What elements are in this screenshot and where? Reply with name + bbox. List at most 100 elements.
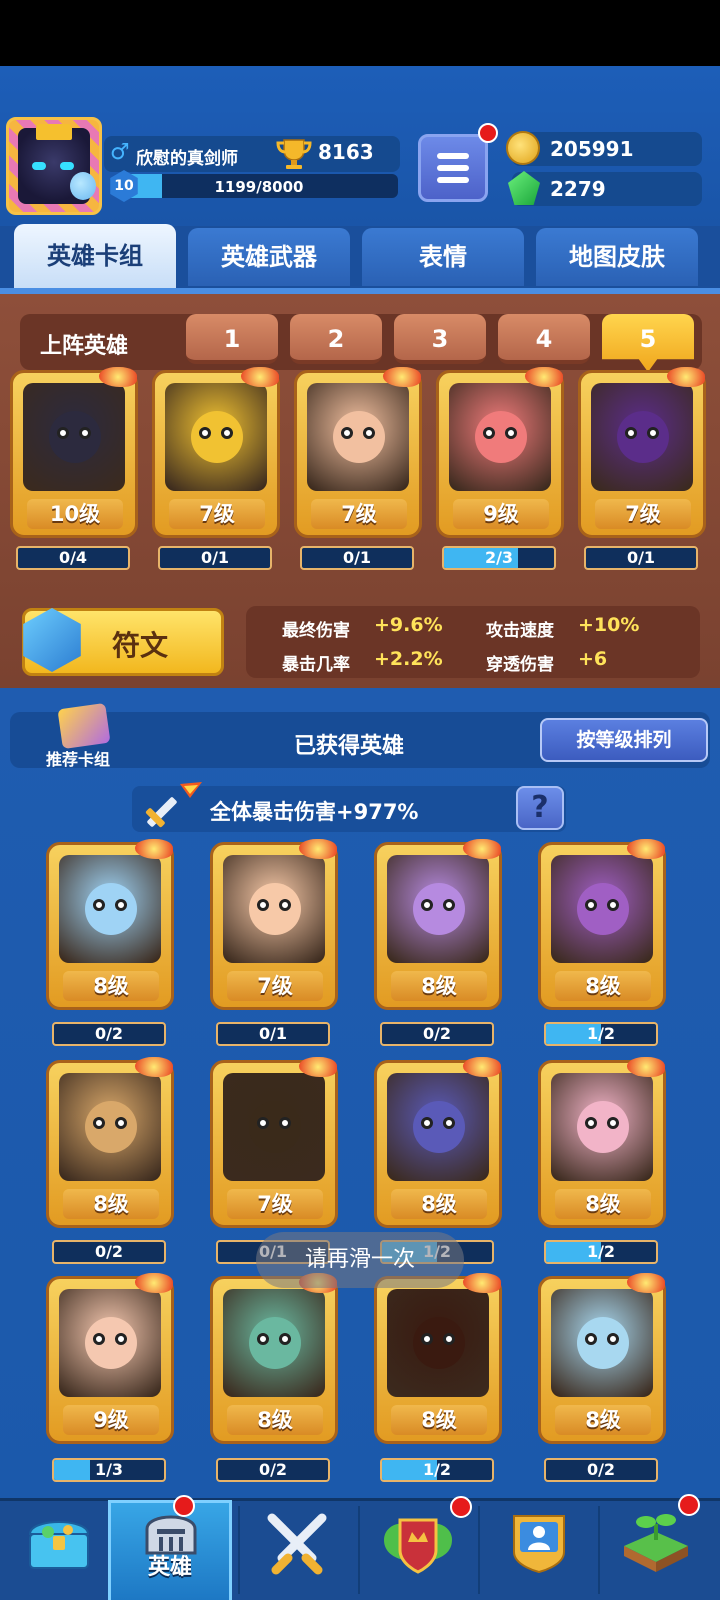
hero-card[interactable]: 10级 [10,367,138,538]
flame-icon [299,839,337,859]
progress-text: 0/4 [58,548,88,567]
hero-card[interactable]: 8级 [46,839,174,1010]
recommend-deck-label[interactable]: 推荐卡组 [46,746,110,770]
flame-icon [627,1273,665,1293]
hero-portrait [387,1289,489,1397]
nav-shop[interactable] [0,1500,118,1600]
hero-eye [607,1117,619,1129]
hero-eye [443,1117,455,1129]
hero-card[interactable]: 7级 [210,839,338,1010]
hero-card[interactable]: 8级 [210,1273,338,1444]
swipe-again-toast: 请再滑一次 [256,1232,464,1288]
nav-label: 英雄 [147,1555,192,1580]
hero-eye [79,427,91,439]
progress-text: 0/1 [626,548,656,567]
nav-battle[interactable] [240,1500,358,1600]
hero-face [49,411,101,463]
hero-card-progress: 0/2 [380,1022,494,1046]
hero-level: 8级 [555,1405,651,1435]
hero-card-progress: 0/2 [216,1458,330,1482]
deck-tab-4[interactable]: 4 [498,314,590,364]
deck-tab-2[interactable]: 2 [290,314,382,364]
deck-tab-3[interactable]: 3 [394,314,486,364]
stat-label: 最终伤害 [282,621,350,641]
hero-card[interactable]: 7级 [578,367,706,538]
hero-eye [279,1117,291,1129]
hero-level: 8级 [391,971,487,1001]
hero-face [191,411,243,463]
recommend-deck-icon[interactable] [57,702,111,750]
hero-card[interactable]: 9级 [436,367,564,538]
player-name: 欣慰的真剑师 [136,149,238,169]
nav-garden[interactable] [600,1494,718,1600]
hero-card[interactable]: 8级 [538,1057,666,1228]
hero-face [475,411,527,463]
help-button[interactable]: ? [516,786,564,830]
hero-portrait [223,1073,325,1181]
hero-level: 10级 [27,499,123,529]
progress-text: 1/2 [422,1460,452,1479]
flame-icon [525,367,563,387]
hero-card[interactable]: 7级 [210,1057,338,1228]
hero-eye [443,1333,455,1345]
menu-button[interactable] [418,134,488,202]
trophy-count: 8163 [318,140,374,164]
hero-card[interactable]: 8级 [538,839,666,1010]
flame-icon [627,839,665,859]
hero-face [249,1317,301,1369]
hero-eye [585,1333,597,1345]
hero-card[interactable]: 8级 [374,1057,502,1228]
gold-coin-icon [506,131,540,165]
hero-face [249,883,301,935]
hero-eye [341,427,353,439]
hero-card[interactable]: 8级 [46,1057,174,1228]
nav-heroes[interactable]: 英雄 [108,1495,232,1600]
hero-portrait [23,383,125,491]
progress-text: 0/2 [422,1024,452,1043]
progress-text: 0/2 [94,1242,124,1261]
crown-shield-icon [384,1518,452,1574]
tab-emotes[interactable]: 表情 [362,228,524,286]
deck-tab-1[interactable]: 1 [186,314,278,364]
sprout-island-icon [624,1514,688,1572]
hero-eye [625,427,637,439]
hero-portrait [387,1073,489,1181]
hero-eye [443,899,455,911]
hero-eye [257,1117,269,1129]
notification-dot [478,123,498,143]
hero-card[interactable]: 7级 [152,367,280,538]
sort-by-level-button[interactable]: 按等级排列 [540,718,708,762]
tab-hero-weapons[interactable]: 英雄武器 [188,228,350,286]
hero-card[interactable]: 8级 [538,1273,666,1444]
hero-card-progress: 1/2 [544,1022,658,1046]
hero-eye [115,1117,127,1129]
hero-face [617,411,669,463]
hero-card[interactable]: 8级 [374,839,502,1010]
hero-portrait [165,383,267,491]
hero-eye [421,1333,433,1345]
tab-map-skins[interactable]: 地图皮肤 [536,228,698,286]
hero-eye [505,427,517,439]
hero-eye [199,427,211,439]
hero-card[interactable]: 7级 [294,367,422,538]
crit-damage-text: 全体暴击伤害+977% [210,800,419,824]
hero-face [333,411,385,463]
tab-hero-deck[interactable]: 英雄卡组 [14,224,176,288]
hero-card[interactable]: 8级 [374,1273,502,1444]
stat-value: +10% [578,614,640,636]
hero-card-progress: 1/2 [380,1458,494,1482]
hero-level: 9级 [453,499,549,529]
nav-guild[interactable] [360,1496,478,1600]
hero-card[interactable]: 9级 [46,1273,174,1444]
hero-face [85,1317,137,1369]
hero-portrait [591,383,693,491]
treasure-chest-icon [28,1521,90,1569]
stat-value: +2.2% [374,648,443,670]
hero-face [85,1101,137,1153]
hero-level: 7级 [227,971,323,1001]
nav-social[interactable] [480,1500,598,1600]
hero-eye [421,899,433,911]
hero-portrait [223,855,325,963]
hero-face [413,1101,465,1153]
status-bar [0,0,720,66]
